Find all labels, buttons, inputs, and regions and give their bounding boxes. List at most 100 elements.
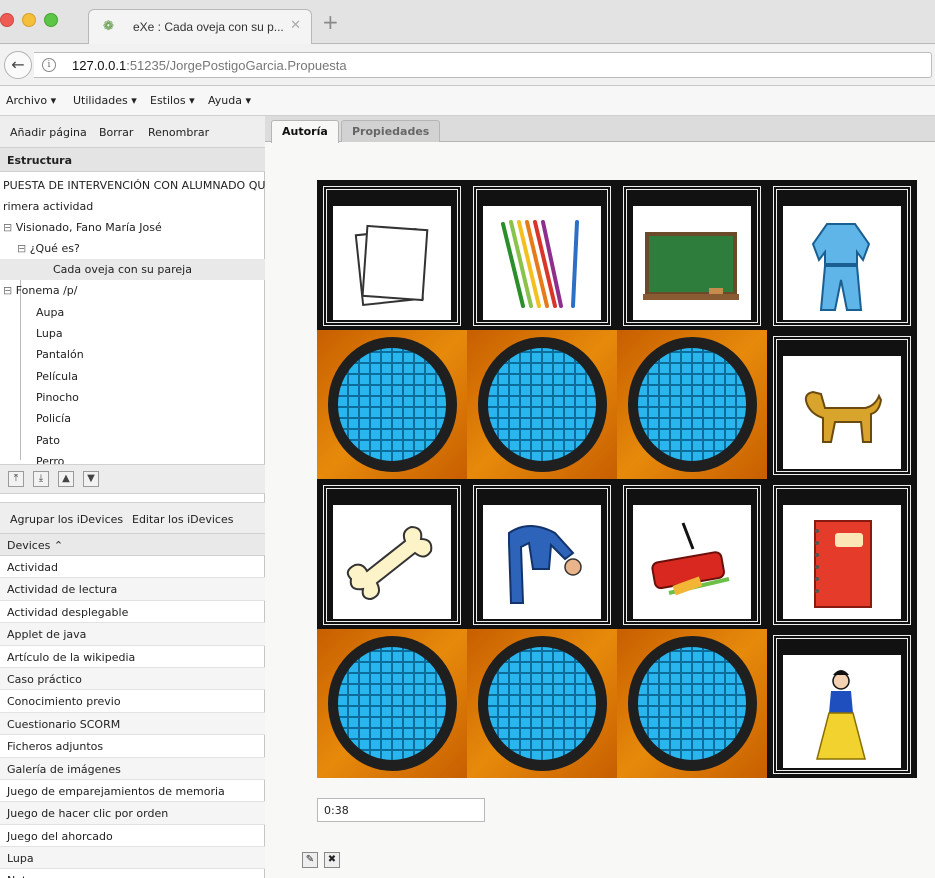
move-bottom-icon[interactable]: ⤓ (33, 471, 49, 487)
tree-item[interactable]: Pato (36, 430, 265, 451)
tree-item[interactable]: rimera actividad (3, 196, 265, 217)
idevice-item[interactable]: Lupa (0, 847, 265, 870)
zoom-window-button[interactable] (44, 13, 58, 27)
tree-item[interactable]: Lupa (36, 323, 265, 344)
memory-card-revealed[interactable] (317, 180, 467, 330)
memory-card-revealed[interactable] (467, 479, 617, 629)
move-down-icon[interactable]: ▼ (83, 471, 99, 487)
new-tab-button[interactable]: + (322, 12, 339, 32)
close-window-button[interactable] (0, 13, 14, 27)
idevice-item[interactable]: Actividad (0, 556, 265, 579)
tree-item[interactable]: Película (36, 366, 265, 387)
idevice-item[interactable]: Juego de emparejamientos de memoria (0, 780, 265, 803)
close-tab-icon[interactable]: ✕ (290, 18, 301, 33)
tree-item-selected[interactable]: Cada oveja con su pareja (0, 259, 265, 280)
chalkboard-icon (643, 232, 739, 300)
idevices-header[interactable]: Devices ⌃ (0, 534, 265, 556)
idevice-item[interactable]: Conocimiento previo (0, 690, 265, 713)
timer-field: 0:38 (317, 798, 485, 822)
info-icon[interactable]: i (42, 58, 56, 72)
url-input[interactable]: i 127.0.0.1:51235/JorgePostigoGarcia.Pro… (34, 52, 932, 78)
memory-card-hidden[interactable] (317, 628, 467, 778)
url-host: 127.0.0.1 (72, 58, 127, 73)
back-arrow-icon[interactable]: ← (4, 51, 32, 79)
idevice-item[interactable]: Juego del ahorcado (0, 825, 265, 848)
rename-button[interactable]: Renombrar (148, 126, 209, 139)
idevice-item[interactable]: Cuestionario SCORM (0, 712, 265, 736)
menu-utilidades[interactable]: Utilidades ▾ (73, 94, 137, 107)
tree-item-label: Pinocho (36, 391, 79, 404)
tree-expand-icon[interactable]: ⊟ (17, 242, 30, 255)
memory-card-revealed[interactable] (767, 329, 917, 479)
memory-card-revealed[interactable] (467, 180, 617, 330)
browser-url-bar: ← i 127.0.0.1:51235/JorgePostigoGarcia.P… (0, 44, 935, 86)
outline-toolbar: Añadir página Borrar Renombrar (0, 116, 265, 148)
memory-card-revealed[interactable] (317, 479, 467, 629)
menu-archivo[interactable]: Archivo ▾ (6, 94, 56, 107)
menu-estilos[interactable]: Estilos ▾ (150, 94, 195, 107)
card-back-pattern (637, 646, 747, 760)
idevice-item[interactable]: Ficheros adjuntos (0, 735, 265, 758)
tree-item[interactable]: ⊟ ¿Qué es? (17, 238, 265, 259)
add-page-button[interactable]: Añadir página (10, 126, 87, 139)
move-up-icon[interactable]: ▲ (58, 471, 74, 487)
tree-item[interactable]: PUESTA DE INTERVENCIÓN CON ALUMNADO QU (3, 175, 265, 196)
delete-idevice-icon[interactable]: ✖ (324, 852, 340, 868)
tree-connector (20, 280, 21, 460)
tab-autoria[interactable]: Autoría (271, 120, 339, 143)
tree-item[interactable]: Aupa (36, 302, 265, 323)
idevice-item[interactable]: Galería de imágenes (0, 757, 265, 780)
url-path: :51235/JorgePostigoGarcia.Propuesta (126, 58, 347, 73)
card-back-icon (327, 336, 457, 472)
memory-game-grid (317, 180, 917, 778)
menu-ayuda[interactable]: Ayuda ▾ (208, 94, 251, 107)
tree-item-label: PUESTA DE INTERVENCIÓN CON ALUMNADO QU (3, 179, 265, 192)
tree-item[interactable]: Policía (36, 408, 265, 429)
browser-tab[interactable]: ❁ eXe : Cada oveja con su p... ✕ (88, 9, 312, 44)
minimize-window-button[interactable] (22, 13, 36, 27)
card-back-icon (627, 336, 757, 472)
memory-card-hidden[interactable] (617, 329, 767, 479)
idevices-list: Actividad Actividad de lectura Actividad… (0, 556, 265, 878)
card-back-icon (477, 336, 607, 472)
edit-idevices-button[interactable]: Editar los iDevices (132, 513, 233, 526)
url-text: 127.0.0.1:51235/JorgePostigoGarcia.Propu… (72, 58, 347, 73)
idevice-item[interactable]: Applet de java (0, 623, 265, 646)
memory-card-revealed[interactable] (617, 180, 767, 330)
tab-propiedades[interactable]: Propiedades (341, 120, 441, 142)
tree-item-label: Cada oveja con su pareja (53, 263, 192, 276)
idevice-item[interactable]: Juego de hacer clic por orden (0, 802, 265, 825)
notebook-icon (814, 520, 872, 608)
memory-card-revealed[interactable] (767, 479, 917, 629)
tree-item-label: ¿Qué es? (29, 242, 80, 255)
delete-button[interactable]: Borrar (99, 126, 133, 139)
edit-idevice-icon[interactable]: ✎ (302, 852, 318, 868)
left-panel: Añadir página Borrar Renombrar Estructur… (0, 116, 265, 878)
memory-card-hidden[interactable] (617, 628, 767, 778)
card-back-pattern (487, 646, 597, 760)
idevice-item[interactable]: Artículo de la wikipedia (0, 646, 265, 668)
tree-item[interactable]: Pinocho (36, 387, 265, 408)
tree-expand-icon[interactable]: ⊟ (3, 284, 16, 297)
memory-card-hidden[interactable] (317, 329, 467, 479)
memory-card-hidden[interactable] (467, 628, 617, 778)
memory-card-revealed[interactable] (767, 628, 917, 778)
tree-expand-icon[interactable]: ⊟ (3, 221, 16, 234)
card-back-pattern (487, 347, 597, 461)
tree-item[interactable]: Perro (36, 451, 265, 464)
tree-item-label: Aupa (36, 306, 65, 319)
tree-item[interactable]: ⊟ Fonema /p/ (3, 280, 265, 301)
idevice-item[interactable]: Caso práctico (0, 667, 265, 691)
idevice-item[interactable]: Actividad desplegable (0, 601, 265, 624)
idevice-item[interactable]: Actividad de lectura (0, 578, 265, 601)
idevice-item[interactable]: Nota (0, 869, 265, 878)
tree-item-label: Policía (36, 412, 71, 425)
memory-card-revealed[interactable] (767, 180, 917, 330)
move-top-icon[interactable]: ⤒ (8, 471, 24, 487)
memory-card-hidden[interactable] (467, 329, 617, 479)
card-back-icon (477, 635, 607, 771)
tree-item[interactable]: Pantalón (36, 344, 265, 365)
group-idevices-button[interactable]: Agrupar los iDevices (10, 513, 123, 526)
memory-card-revealed[interactable] (617, 479, 767, 629)
tree-item[interactable]: ⊟ Visionado, Fano María José (3, 217, 265, 238)
